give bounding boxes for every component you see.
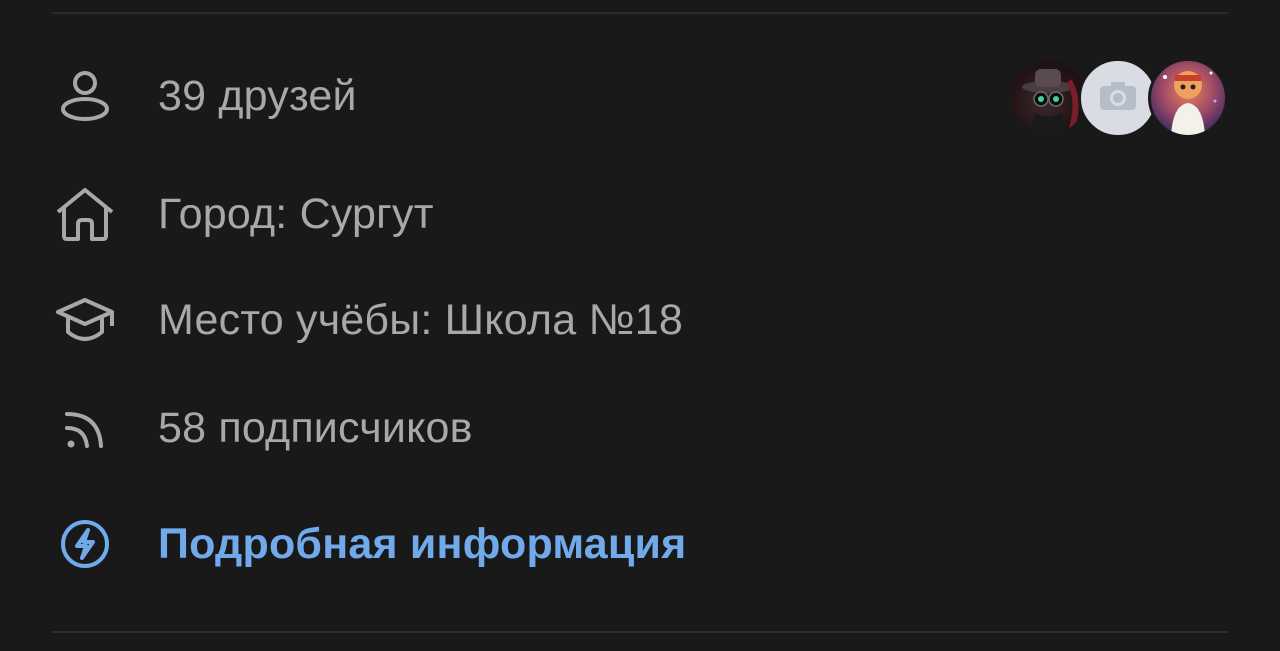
top-divider	[52, 12, 1228, 14]
friend-avatar-1[interactable]	[1008, 58, 1088, 138]
city-row[interactable]: Город: Сургут	[52, 180, 1228, 248]
city-label: Город: Сургут	[158, 189, 434, 238]
home-icon	[52, 181, 118, 247]
subscribers-count-label: 58 подписчиков	[158, 403, 473, 452]
friend-avatar-2-placeholder[interactable]	[1078, 58, 1158, 138]
school-row[interactable]: Место учёбы: Школа №18	[52, 286, 1228, 354]
friends-avatars[interactable]	[1008, 58, 1228, 138]
friends-count-label: 39 друзей	[158, 71, 357, 120]
school-label: Место учёбы: Школа №18	[158, 295, 684, 344]
graduation-cap-icon	[52, 287, 118, 353]
profile-info-panel: 39 друзей Город: Сургут Место учёбы: Шко…	[0, 0, 1280, 651]
camera-icon	[1098, 80, 1138, 117]
friend-avatar-3[interactable]	[1148, 58, 1228, 138]
details-link-label[interactable]: Подробная информация	[158, 520, 686, 569]
subscribers-row[interactable]: 58 подписчиков	[52, 394, 1228, 462]
rss-icon	[52, 395, 118, 461]
bottom-divider	[52, 631, 1228, 633]
details-link[interactable]: Подробная информация	[52, 510, 1228, 578]
lightning-circle-icon	[52, 511, 118, 577]
user-icon	[52, 63, 118, 129]
